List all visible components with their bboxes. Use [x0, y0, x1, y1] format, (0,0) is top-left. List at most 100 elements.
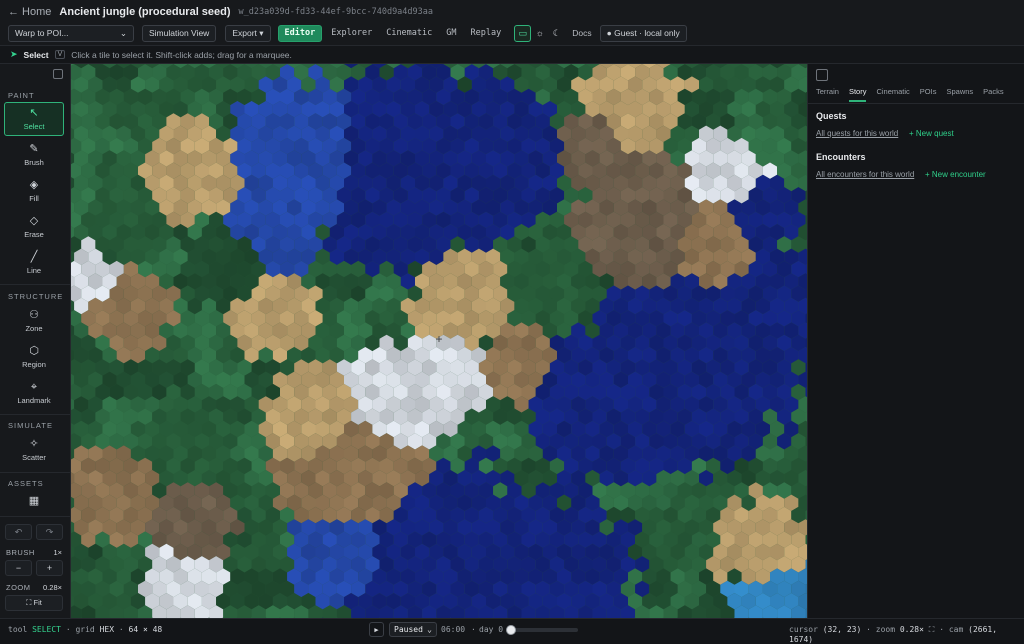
mode-gm-tab[interactable]: GM [446, 28, 456, 38]
hint-bar: ➤ Select V Click a tile to select it. Sh… [0, 46, 1024, 64]
bucket-icon: ◈ [30, 180, 38, 191]
hint-tool-name: Select [24, 50, 49, 60]
new-encounter-button[interactable]: + New encounter [925, 170, 986, 179]
divider [0, 516, 71, 517]
tool-erase-label: Erase [24, 230, 44, 239]
tool-zone[interactable]: ⚇ Zone [4, 304, 64, 338]
play-icon[interactable]: ▶ [369, 622, 384, 637]
zoom-label: ZOOM [6, 583, 31, 592]
tool-zone-label: Zone [25, 324, 42, 333]
status-cursor: cursor (32, 23) · zoom 0.28× ⛶ · cam (26… [789, 625, 1024, 644]
warp-select-value: Warp to POI... [15, 28, 69, 38]
quests-title: Quests [816, 111, 847, 121]
cursor-icon: ➤ [10, 49, 18, 60]
hexagon-icon: ⬡ [29, 346, 39, 357]
tool-select[interactable]: ↖ Select [4, 102, 64, 136]
title-row: ← Home Ancient jungle (procedural seed) … [8, 5, 433, 19]
collapse-sidebar-icon[interactable] [53, 69, 63, 79]
top-bar: ← Home Ancient jungle (procedural seed) … [0, 0, 1024, 46]
tool-scatter-label: Scatter [22, 453, 46, 462]
mode-cinematic-tab[interactable]: Cinematic [386, 28, 432, 38]
docs-link[interactable]: Docs [572, 28, 591, 38]
redo-button[interactable]: ↷ [36, 524, 63, 540]
brush-icon: ✎ [29, 144, 38, 155]
tool-fill[interactable]: ◈ Fill [4, 174, 64, 208]
zoom-fit-button[interactable]: ⛶ Fit [5, 595, 63, 611]
mode-editor-tab[interactable]: Editor [278, 25, 323, 42]
all-quests-link[interactable]: All quests for this world [816, 129, 898, 138]
panel-toggle-icon[interactable] [816, 69, 828, 81]
zoom-value: 0.28× [43, 583, 62, 592]
tool-brush[interactable]: ✎ Brush [4, 138, 64, 172]
moon-icon[interactable]: ☾ [548, 25, 565, 42]
status-grid-size: 64 × 48 [129, 625, 163, 634]
divider [808, 103, 1024, 104]
brush-size-value: 1× [53, 548, 62, 557]
status-grid-value: HEX [100, 625, 114, 634]
mode-explorer-tab[interactable]: Explorer [331, 28, 372, 38]
tool-select-label: Select [24, 122, 45, 131]
hint-text: Click a tile to select it. Shift-click a… [71, 50, 292, 60]
simulation-view-button[interactable]: Simulation View [142, 25, 216, 42]
chevron-down-icon: ⌄ [120, 28, 127, 39]
fullscreen-icon[interactable]: ⛶ [929, 625, 935, 634]
hex-map-canvas[interactable]: + [71, 64, 807, 618]
encounters-title: Encounters [816, 152, 866, 162]
brush-size-label: BRUSH [6, 548, 35, 557]
chevron-down-icon: ⌄ [427, 625, 432, 634]
new-quest-button[interactable]: + New quest [909, 129, 954, 138]
warp-to-poi-select[interactable]: Warp to POI... ⌄ [8, 25, 134, 42]
tool-line[interactable]: ╱ Line [4, 246, 64, 280]
world-title: Ancient jungle (procedural seed) [59, 6, 230, 18]
tool-landmark[interactable]: ⌖ Landmark [4, 376, 64, 410]
brush-decrease-button[interactable]: − [5, 560, 32, 576]
crosshair-icon: + [434, 334, 444, 344]
panel-tabs: Terrain Story Cinematic POIs Spawns Pack… [816, 86, 1004, 102]
status-tool: tool SELECT · grid HEX · 64 × 48 [8, 625, 162, 634]
cursor-icon: ↖ [29, 108, 38, 119]
time-slider[interactable] [508, 628, 578, 632]
tool-scatter[interactable]: ✧ Scatter [4, 433, 64, 467]
status-zoom-label: zoom [876, 625, 895, 634]
tab-packs[interactable]: Packs [983, 86, 1003, 102]
divider [0, 472, 71, 473]
tool-region-label: Region [22, 360, 46, 369]
undo-button[interactable]: ↶ [5, 524, 32, 540]
sim-clock: 06:00 [441, 625, 465, 634]
mode-replay-tab[interactable]: Replay [471, 28, 502, 38]
world-id: w_d23a039d-fd33-44ef-9bcc-740d9a4d93aa [239, 7, 433, 17]
divider [0, 414, 71, 415]
grid-icon: ▦ [29, 496, 39, 507]
line-icon: ╱ [31, 252, 38, 263]
paint-section-label: PAINT [8, 91, 35, 100]
tool-erase[interactable]: ◇ Erase [4, 210, 64, 244]
guest-badge[interactable]: ● Guest · local only [600, 25, 687, 42]
tab-spawns[interactable]: Spawns [946, 86, 973, 102]
monitor-icon[interactable]: ▭ [514, 25, 531, 42]
export-button[interactable]: Export ▾ [225, 25, 270, 42]
home-link[interactable]: ← Home [8, 6, 51, 18]
all-encounters-link[interactable]: All encounters for this world [816, 170, 914, 179]
status-grid-label: grid [75, 625, 94, 634]
tool-line-label: Line [27, 266, 41, 275]
sparkle-icon: ✧ [29, 439, 38, 450]
tab-story[interactable]: Story [849, 86, 867, 102]
status-cam-label: cam [949, 625, 963, 634]
tab-terrain[interactable]: Terrain [816, 86, 839, 102]
brush-increase-button[interactable]: + [36, 560, 63, 576]
assets-section-label: ASSETS [8, 479, 44, 488]
simulate-section-label: SIMULATE [8, 421, 53, 430]
hint-shortcut-key: V [55, 50, 66, 59]
tab-pois[interactable]: POIs [920, 86, 937, 102]
toolbar-row: Warp to POI... ⌄ Simulation View Export … [8, 24, 687, 42]
sun-icon[interactable]: ☼ [531, 25, 548, 42]
tool-assets-grid[interactable]: ▦ [4, 490, 64, 512]
time-slider-thumb[interactable] [506, 625, 516, 635]
tab-cinematic[interactable]: Cinematic [876, 86, 909, 102]
sim-speed-select[interactable]: Paused ⌄ [389, 622, 437, 637]
divider [0, 284, 71, 285]
eraser-icon: ◇ [30, 216, 38, 227]
status-tool-label: tool [8, 625, 27, 634]
tool-region[interactable]: ⬡ Region [4, 340, 64, 374]
sim-day: day 0 [479, 625, 503, 634]
